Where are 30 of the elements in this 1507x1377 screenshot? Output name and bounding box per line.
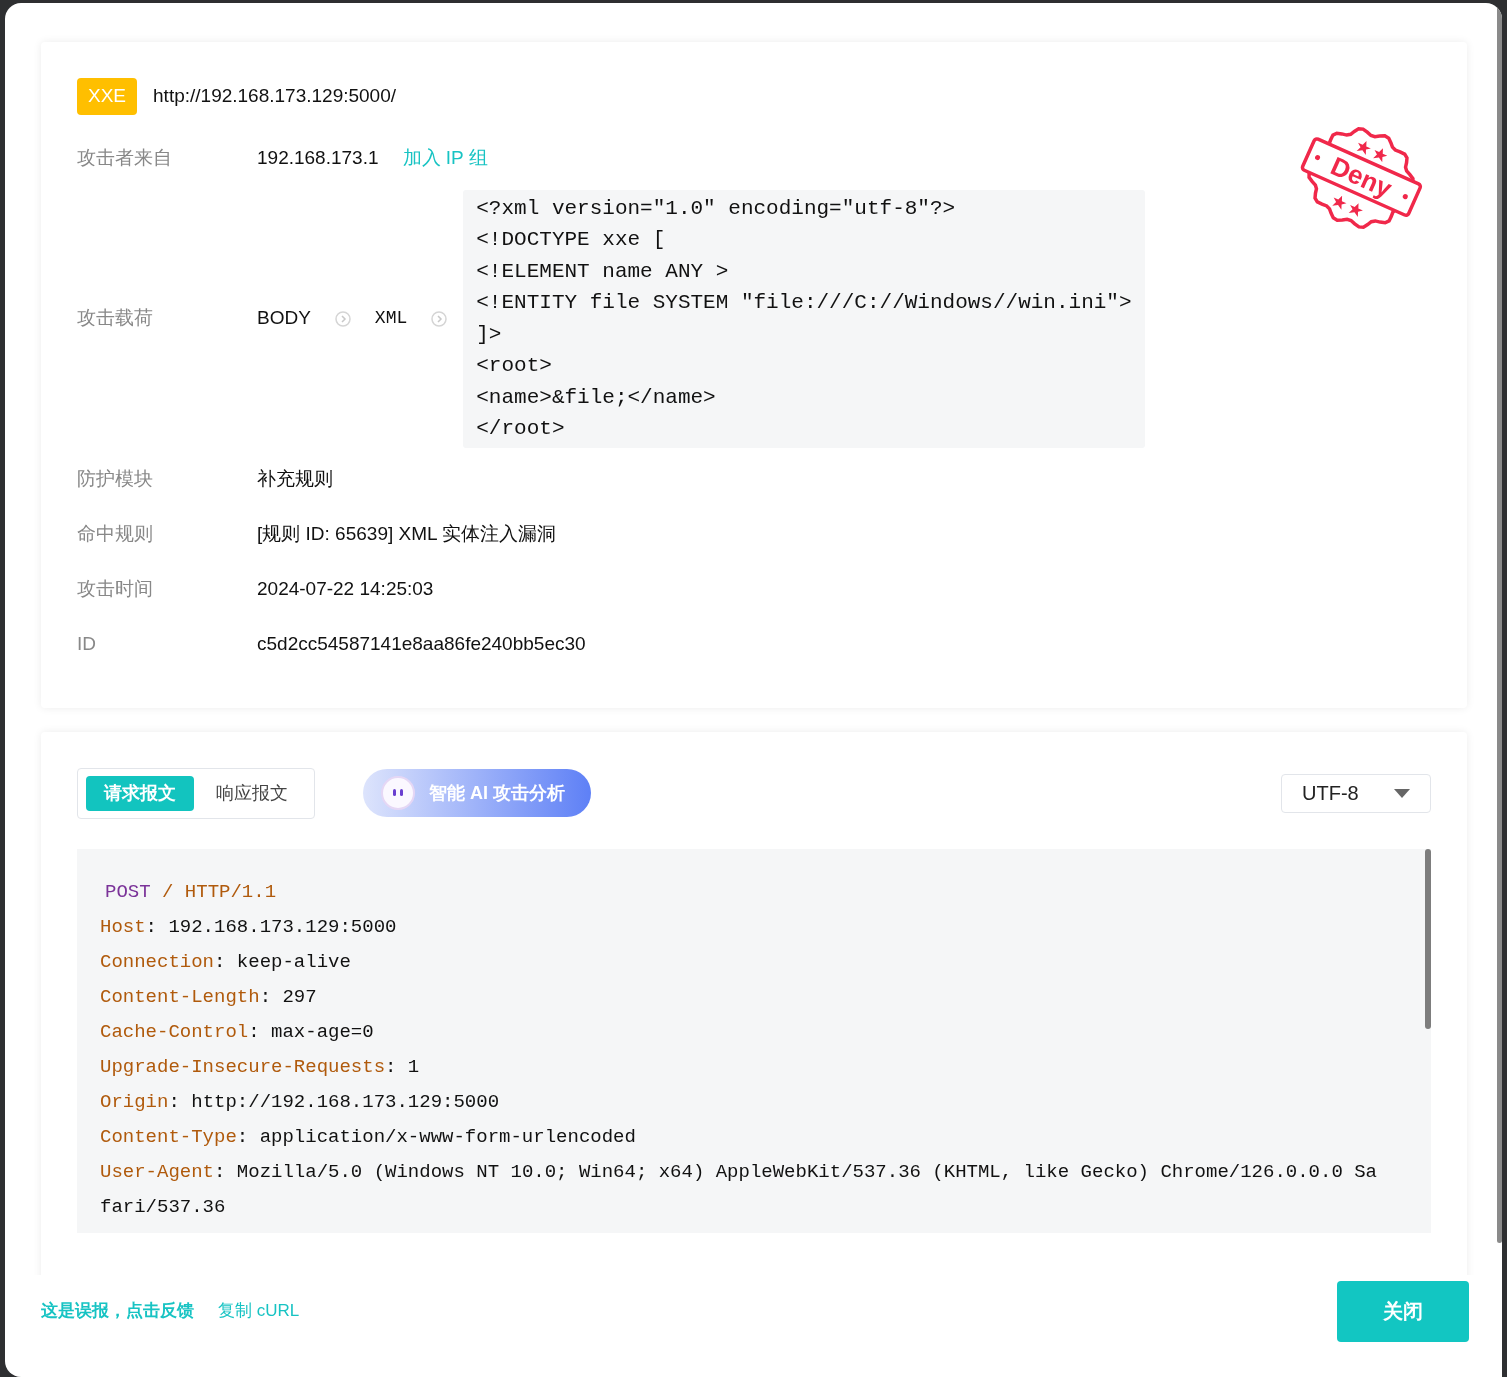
chevron-circle-icon[interactable]: [334, 310, 351, 327]
field-label: ID: [77, 631, 97, 656]
field-value: 192.168.173.1: [257, 145, 379, 170]
message-tab[interactable]: 响应报文: [198, 775, 306, 811]
field-value: 2024-07-22 14:25:03: [257, 576, 434, 601]
scrollbar-thumb[interactable]: [1425, 848, 1431, 1029]
field-label: 攻击载荷: [77, 306, 154, 331]
payload-location: BODY: [257, 306, 311, 331]
caret-icon: [1394, 788, 1410, 798]
feedback-link[interactable]: 这是误报，点击反馈: [41, 1298, 194, 1324]
field-value: [规则 ID: 65639] XML 实体注入漏洞: [257, 521, 557, 546]
field-value: c5d2cc54587141e8aa86fe240bb5ec30: [257, 631, 586, 656]
encoding-select[interactable]: UTF-8: [1281, 773, 1431, 813]
close-button[interactable]: 关闭: [1337, 1280, 1469, 1342]
ai-analysis-button[interactable]: 智能 AI 攻击分析: [363, 769, 591, 817]
attack-url: http://192.168.173.129:5000/: [153, 84, 397, 108]
field-label: 攻击时间: [77, 576, 154, 601]
copy-curl-link[interactable]: 复制 cURL: [218, 1298, 300, 1324]
request-message: POST / HTTP/1.1 Host: 192.168.173.129:5000 Connection: keep-alive Content-Length: 297 Cache-Control: max-age=0 Upgrade-Insecure-Requests: 1 Origin: http://192.168.173.129:5000 Content-Type: application/x-www-form-urlencoded User-Agent: Mozilla/5.0 (Windows NT 10.0; Win64; x64) AppleWebKit/537.36 (KHTML, like Gecko) Chrome/126.0.0.0 Safari/537.36: [100, 879, 1379, 1220]
field-value: 补充规则: [257, 466, 333, 491]
payload-format: XML: [374, 307, 408, 330]
chevron-circle-icon[interactable]: [431, 310, 448, 327]
field-label: 攻击者来自: [77, 145, 173, 170]
payload-code: <?xml version="1.0" encoding="utf-8"?> <!DOCTYPE xxe [ <!ELEMENT name ANY > <!ENTITY file SYSTEM "file:///C://Windows//win.ini"> ]> <root> <name>&file;</name> </root>: [463, 189, 1145, 448]
attack-type-badge: XXE: [77, 78, 138, 115]
message-tab[interactable]: 请求报文: [86, 775, 194, 811]
field-label: 命中规则: [77, 521, 154, 546]
assistant-icon: [381, 776, 415, 810]
add-ip-group-link[interactable]: 加入 IP 组: [402, 143, 488, 173]
field-label: 防护模块: [77, 466, 154, 491]
